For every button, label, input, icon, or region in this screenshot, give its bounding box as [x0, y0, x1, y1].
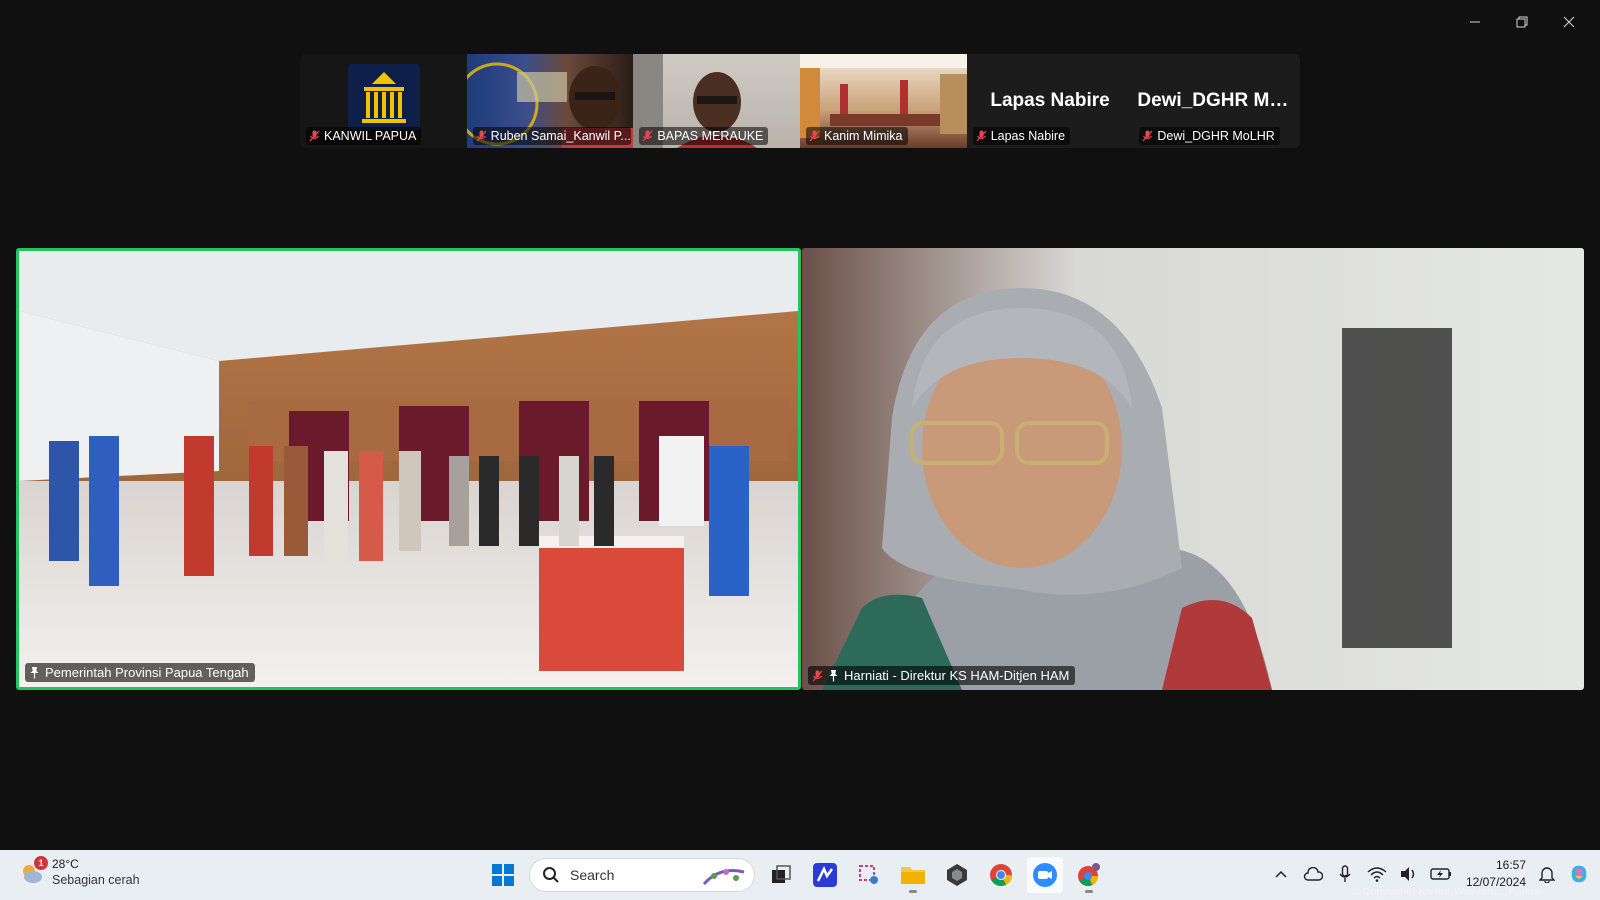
windows-logo-icon: [492, 864, 514, 886]
windows-taskbar: 1 28°C Sebagian cerah Search 16:57 12/07…: [0, 850, 1600, 900]
participant-name-tag: Ruben Samai_Kanwil P...: [472, 127, 631, 145]
mic-muted-icon: [809, 130, 820, 142]
participant-name-tag: KANWIL PAPUA: [306, 127, 422, 145]
participant-thumb[interactable]: BAPAS MERAUKE: [633, 54, 801, 148]
bell-icon: [1539, 867, 1555, 883]
mic-muted-icon: [642, 130, 653, 142]
minimize-button[interactable]: [1451, 8, 1498, 36]
participant-thumb[interactable]: Kanim Mimika: [800, 54, 967, 148]
mic-muted-icon: [1142, 130, 1153, 142]
pin-icon: [30, 667, 39, 679]
microphone-button[interactable]: [1334, 863, 1356, 885]
wifi-button[interactable]: [1366, 863, 1388, 885]
taskbar-search[interactable]: Search: [529, 858, 755, 892]
restore-icon: [1516, 16, 1527, 28]
mic-muted-icon: [812, 670, 823, 681]
folder-icon: [901, 867, 925, 884]
close-button[interactable]: [1545, 8, 1592, 36]
participant-name-tag: BAPAS MERAUKE: [639, 127, 769, 145]
weather-condition: Sebagian cerah: [52, 873, 140, 887]
microphone-icon: [1339, 865, 1351, 882]
participant-thumb[interactable]: KANWIL PAPUA: [300, 54, 467, 148]
m365-icon: [813, 863, 837, 887]
file-explorer-button[interactable]: [895, 857, 931, 893]
video-tile-speaker[interactable]: Harniati - Direktur KS HAM-Ditjen HAM: [802, 248, 1584, 690]
participant-name: Dewi_DGHR MoLHR: [1157, 129, 1275, 143]
participant-thumb[interactable]: Lapas Nabire Lapas Nabire: [966, 54, 1134, 148]
participant-name: KANWIL PAPUA: [324, 129, 417, 143]
video-tile-name: Pemerintah Provinsi Papua Tengah: [45, 665, 249, 680]
participant-name: BAPAS MERAUKE: [657, 129, 764, 143]
zoom-meeting-window: KANWIL PAPUA Ruben Samai_Kanwil P... BAP…: [0, 0, 1600, 850]
taskbar-apps: Search: [485, 857, 1107, 893]
battery-button[interactable]: [1430, 863, 1452, 885]
video-tile-active-speaker[interactable]: Pemerintah Provinsi Papua Tengah: [16, 248, 801, 690]
video-tile-name: Harniati - Direktur KS HAM-Ditjen HAM: [844, 668, 1070, 683]
chrome-icon: [990, 864, 1012, 886]
mic-muted-icon: [309, 130, 320, 142]
cloud-icon: [1303, 867, 1323, 881]
watermark-text: © Copyright | Kantor Wilayah ... Papua: [1351, 886, 1540, 898]
video-tile-label: Harniati - Direktur KS HAM-Ditjen HAM: [808, 666, 1076, 685]
participant-name-tag: Lapas Nabire: [972, 127, 1071, 145]
participant-thumb[interactable]: Dewi_DGHR Mo... Dewi_DGHR MoLHR: [1133, 54, 1300, 148]
copilot-button[interactable]: [1568, 863, 1590, 885]
app-shield-button[interactable]: [939, 857, 975, 893]
chrome-button[interactable]: [983, 857, 1019, 893]
speaker-video: [802, 248, 1584, 690]
hexagon-app-icon: [947, 864, 967, 886]
clock-time: 16:57: [1495, 858, 1526, 872]
volume-button[interactable]: [1398, 863, 1420, 885]
show-hidden-icons-button[interactable]: [1270, 863, 1292, 885]
weather-icon: 1: [18, 855, 48, 886]
participant-name-tag: Kanim Mimika: [806, 127, 908, 145]
mic-muted-icon: [976, 130, 987, 142]
zoom-button[interactable]: [1027, 857, 1063, 893]
onedrive-button[interactable]: [1302, 863, 1324, 885]
app-m365-button[interactable]: [807, 857, 843, 893]
pin-icon: [829, 670, 838, 682]
chrome-profile-icon: [1078, 863, 1100, 886]
ceremony-hall-video: [19, 251, 798, 687]
battery-charging-icon: [1430, 868, 1451, 880]
search-highlight-icon: [702, 869, 745, 886]
weather-temp: 28°C: [52, 857, 79, 871]
zoom-icon: [1033, 863, 1057, 887]
speaker-icon: [1400, 867, 1415, 881]
start-button[interactable]: [485, 857, 521, 893]
participant-display-name: Dewi_DGHR Mo...: [1137, 90, 1297, 111]
mic-muted-icon: [476, 130, 487, 142]
participant-strip: KANWIL PAPUA Ruben Samai_Kanwil P... BAP…: [300, 54, 1300, 148]
video-tile-label: Pemerintah Provinsi Papua Tengah: [25, 663, 255, 682]
task-view-icon: [772, 865, 791, 883]
participant-name: Lapas Nabire: [990, 129, 1066, 143]
participant-name: Kanim Mimika: [824, 129, 903, 143]
chevron-up-icon: [1275, 870, 1287, 878]
chrome-profile-button[interactable]: [1071, 857, 1107, 893]
search-label: Search: [570, 867, 615, 883]
notifications-button[interactable]: [1536, 863, 1558, 885]
close-icon: [1563, 16, 1574, 28]
copilot-icon: [1571, 865, 1587, 883]
participant-name-tag: Dewi_DGHR MoLHR: [1139, 127, 1280, 145]
snipping-tool-button[interactable]: [851, 857, 887, 893]
window-controls: [1451, 8, 1592, 36]
weather-widget[interactable]: 1 28°C Sebagian cerah: [18, 855, 140, 888]
search-icon: [543, 867, 559, 883]
restore-button[interactable]: [1498, 8, 1545, 36]
snipping-tool-icon: [859, 865, 878, 884]
minimize-icon: [1469, 21, 1480, 23]
wifi-icon: [1367, 867, 1387, 882]
task-view-button[interactable]: [763, 857, 799, 893]
notification-badge: 1: [34, 855, 48, 870]
participant-name: Ruben Samai_Kanwil P...: [490, 129, 631, 143]
participant-display-name: Lapas Nabire: [990, 90, 1110, 111]
participant-thumb[interactable]: Ruben Samai_Kanwil P...: [466, 54, 634, 148]
